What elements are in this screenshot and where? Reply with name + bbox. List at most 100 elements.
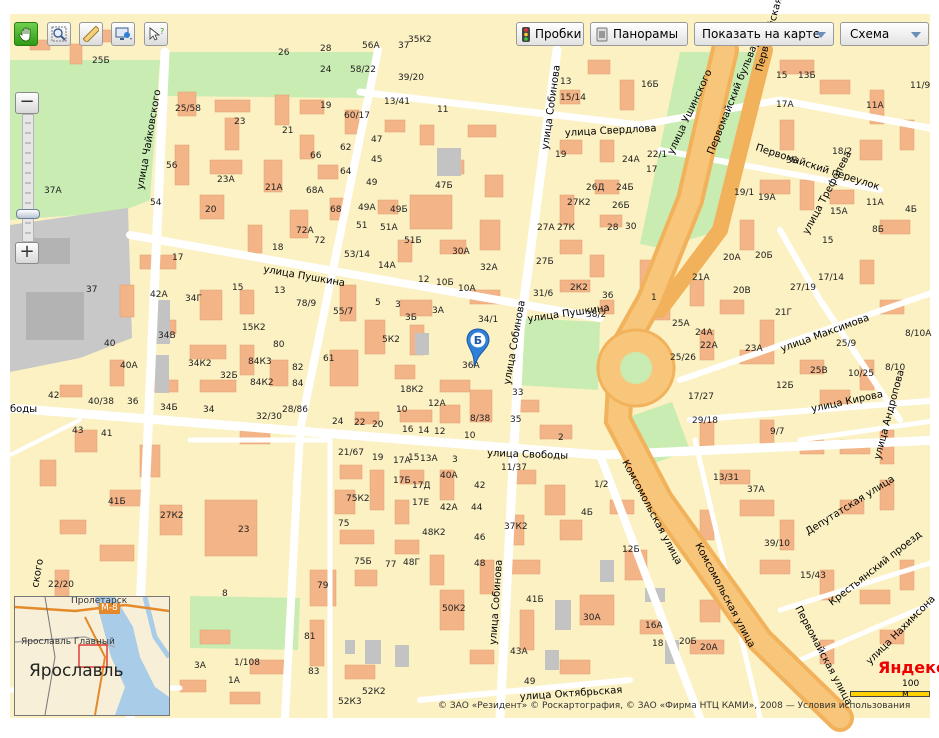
panoramas-button[interactable]: Панорамы [590, 22, 688, 46]
house-number: 68 [330, 205, 342, 215]
route-tool-button[interactable] [111, 22, 135, 46]
house-number: 16Б [641, 80, 659, 90]
house-number: 4Б [581, 508, 593, 518]
house-number: 8 [222, 589, 228, 599]
hand-icon [18, 27, 31, 42]
house-number: 24А [695, 328, 713, 338]
zoom-in-button[interactable]: + [15, 242, 39, 264]
map-type-dropdown[interactable]: Схема [840, 22, 929, 46]
house-number: 64 [340, 167, 352, 177]
house-number: 15 [232, 283, 243, 293]
house-number: 3Б [405, 313, 417, 323]
house-number: 21А [265, 183, 283, 193]
house-number: 28/86 [282, 405, 308, 415]
house-number: 11/9 [910, 81, 930, 91]
house-number: 3А [194, 661, 207, 671]
house-number: 49А [358, 203, 376, 213]
info-tool-button[interactable]: ? [144, 22, 168, 46]
pointer-help-icon: ? [149, 27, 164, 41]
house-number: 30 [625, 222, 637, 232]
house-number: 3 [395, 300, 401, 310]
magnifier-tool-button[interactable] [47, 22, 71, 46]
house-number: 32А [480, 263, 498, 273]
house-number: 22А [700, 341, 718, 351]
house-number: 31/6 [533, 289, 553, 299]
house-number: 43А [510, 647, 528, 657]
traffic-button[interactable]: Пробки [516, 22, 584, 46]
house-number: 37А [44, 186, 62, 196]
house-number: 9/7 [770, 427, 784, 437]
house-number: 34Г [185, 294, 202, 304]
house-number: 23 [234, 117, 245, 127]
house-number: 18/2 [832, 147, 852, 157]
house-number: 13Б [798, 71, 816, 81]
house-number: 36 [602, 291, 614, 301]
house-number: 52К3 [338, 697, 362, 707]
map-view[interactable]: улица Свердлова улица Пушкина улица Пушк… [0, 0, 939, 738]
house-number: 44 [471, 503, 483, 513]
house-number: 34В [158, 331, 176, 341]
yandex-logo-text: Яндекс [878, 658, 939, 677]
house-number: 42 [48, 391, 59, 401]
house-number: 43 [72, 426, 83, 436]
house-number: 48К2 [422, 528, 446, 538]
house-number: 34/1 [478, 315, 498, 325]
location-marker[interactable]: Б [465, 328, 491, 372]
house-number: 17Д [412, 481, 430, 491]
house-number: 19 [320, 101, 332, 111]
house-number: 30А [583, 613, 601, 623]
house-number: 49 [524, 677, 536, 687]
house-number: 42А [150, 290, 168, 300]
house-number: 78/9 [296, 299, 316, 309]
house-number: 39/10 [764, 539, 790, 549]
svg-text:?: ? [160, 27, 164, 36]
zoom-out-button[interactable]: − [15, 92, 39, 114]
overview-minimap[interactable]: М-8 Пролетарск Ярославль Главный Ярослав… [14, 596, 170, 716]
house-number: 11/37 [501, 463, 527, 473]
house-number: 38/2 [586, 310, 606, 320]
house-number: 19 [555, 150, 567, 160]
house-number: 37 [86, 285, 97, 295]
map-type-label: Схема [850, 27, 890, 41]
house-number: 40/38 [88, 397, 114, 407]
zoom-slider-track[interactable] [22, 114, 34, 242]
house-number: 27К [557, 223, 575, 233]
minimap-city-label: Ярославль [29, 661, 124, 681]
house-number: 20А [723, 253, 741, 263]
house-number: 3Б [786, 156, 798, 166]
house-number: 37К2 [504, 522, 528, 532]
house-number: 41Б [108, 497, 126, 507]
house-number: 84К2 [250, 378, 274, 388]
house-number: 13 [560, 77, 571, 87]
pan-tool-button[interactable] [14, 22, 38, 46]
house-number: 37А [747, 485, 765, 495]
house-number: 12Б [776, 381, 794, 391]
house-number: 20 [372, 420, 384, 430]
house-number: 14 [418, 426, 430, 436]
yandex-logo[interactable]: Яндекс [878, 658, 939, 677]
house-number: 25/26 [670, 353, 696, 363]
house-number: 10Б [436, 278, 454, 288]
house-number: 15А [830, 207, 848, 217]
ruler-tool-button[interactable] [79, 22, 103, 46]
house-number: 25/9 [836, 339, 856, 349]
zoom-control: − + [15, 92, 40, 264]
house-number: 61 [323, 354, 334, 364]
house-number: 20Б [755, 251, 773, 261]
house-number: 15 [776, 71, 787, 81]
house-number: 21Г [775, 308, 792, 318]
house-number: 8/38 [470, 414, 490, 424]
show-on-map-dropdown[interactable]: Показать на карте [694, 22, 834, 46]
chevron-down-icon [816, 32, 826, 38]
zoom-slider-thumb[interactable] [16, 209, 40, 220]
copyright-text[interactable]: © ЗАО «Резидент» © Роскартография, © ЗАО… [438, 701, 910, 711]
house-number: 53/14 [344, 250, 370, 260]
house-number: 5 [375, 298, 381, 308]
house-number: 68А [306, 186, 324, 196]
marker-letter: Б [474, 334, 482, 347]
house-number: 47 [371, 135, 382, 145]
house-number: 49 [366, 178, 378, 188]
house-number: 56А [362, 41, 380, 51]
house-number: 13/31 [713, 473, 739, 483]
house-number: 17А [776, 100, 794, 110]
